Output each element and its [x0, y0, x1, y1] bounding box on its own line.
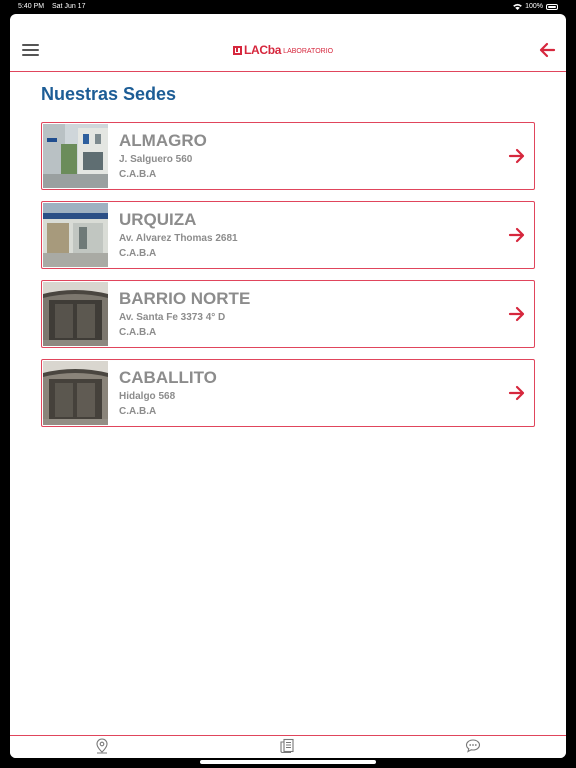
menu-line-icon — [22, 54, 39, 56]
back-arrow-button[interactable] — [538, 41, 556, 59]
arrow-right-icon — [508, 148, 525, 164]
sede-name: CABALLITO — [119, 368, 217, 387]
logo-mark-icon — [233, 45, 242, 55]
logo-lac-text: LAC — [244, 43, 268, 57]
app-window: LAC ba LABORATORIO Nuestras Sedes ALMAGR… — [10, 14, 566, 758]
battery-percent: 100% — [525, 3, 543, 10]
status-date: Sat Jun 17 — [52, 3, 86, 10]
status-time: 5:40 PM — [18, 3, 45, 10]
sede-photo — [43, 282, 108, 346]
home-indicator[interactable] — [200, 760, 376, 764]
arrow-right-icon — [508, 227, 525, 243]
sede-card-barrio-norte[interactable]: BARRIO NORTE Av. Santa Fe 3373 4° D C.A.… — [41, 280, 535, 348]
page-title: Nuestras Sedes — [41, 84, 177, 104]
status-bar: 5:40 PM Sat Jun 17 100% — [0, 0, 576, 13]
arrow-right-icon — [508, 385, 525, 401]
sede-photo — [43, 124, 108, 188]
menu-line-icon — [22, 49, 39, 51]
sede-city: C.A.B.A — [119, 406, 157, 417]
sede-city: C.A.B.A — [119, 327, 157, 338]
sede-address: Av. Santa Fe 3373 4° D — [119, 312, 226, 323]
lacba-logo: LAC ba LABORATORIO — [233, 43, 333, 57]
sede-address: J. Salguero 560 — [119, 154, 193, 165]
app-header: LAC ba LABORATORIO — [10, 14, 566, 72]
wifi-icon — [513, 3, 522, 10]
sede-name: BARRIO NORTE — [119, 289, 251, 308]
arrow-right-icon — [508, 306, 525, 322]
sede-name: URQUIZA — [119, 210, 197, 229]
sede-city: C.A.B.A — [119, 248, 157, 259]
chat-bubble-icon[interactable] — [465, 738, 481, 754]
sede-city: C.A.B.A — [119, 169, 157, 180]
logo-subtitle: LABORATORIO — [283, 47, 334, 55]
sede-address: Av. Alvarez Thomas 2681 — [119, 233, 238, 244]
menu-line-icon — [22, 44, 39, 46]
hamburger-menu-button[interactable] — [22, 44, 39, 56]
logo-ba-text: ba — [267, 43, 282, 57]
bottom-tab-bar — [10, 735, 566, 758]
location-pin-icon[interactable] — [94, 738, 110, 754]
sede-name: ALMAGRO — [119, 131, 207, 150]
sede-photo — [43, 361, 108, 425]
sede-card-urquiza[interactable]: URQUIZA Av. Alvarez Thomas 2681 C.A.B.A — [41, 201, 535, 269]
sede-card-caballito[interactable]: CABALLITO Hidalgo 568 C.A.B.A — [41, 359, 535, 427]
battery-icon — [546, 3, 558, 10]
results-document-icon[interactable] — [279, 738, 295, 754]
sede-card-almagro[interactable]: ALMAGRO J. Salguero 560 C.A.B.A — [41, 122, 535, 190]
sede-address: Hidalgo 568 — [119, 391, 176, 402]
status-right: 100% — [513, 3, 558, 10]
sede-photo — [43, 203, 108, 267]
